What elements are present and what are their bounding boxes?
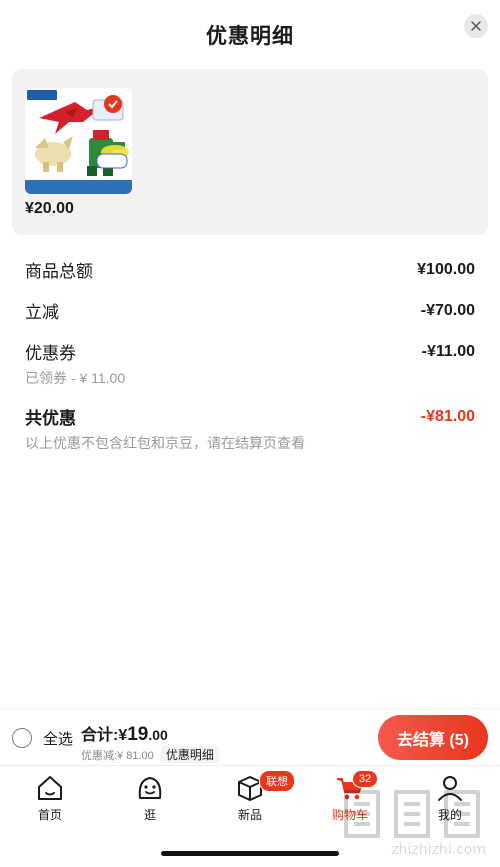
- tab-new-label: 新品: [237, 808, 262, 822]
- stroll-icon: [138, 777, 162, 799]
- close-icon: [471, 21, 481, 31]
- tab-home[interactable]: 首页: [10, 772, 90, 823]
- total-cents: .00: [148, 727, 168, 743]
- checkout-bar: 全选 合计:¥19.00 优惠减:¥ 81.00 优惠明细 去结算 (5): [0, 708, 500, 765]
- sheet-header: 优惠明细: [0, 0, 500, 66]
- discount-disclaimer: 以上优惠不包含红包和京豆，请在结算页查看: [25, 435, 305, 451]
- new-tab-badge: 联想: [259, 770, 295, 792]
- total-integer: 19: [127, 724, 149, 745]
- checkout-button[interactable]: 去结算 (5): [378, 715, 488, 760]
- row-instant-discount: 立减 -¥70.00: [25, 298, 475, 323]
- total-amount: 合计:¥19.00: [81, 721, 168, 746]
- discount-amount: 优惠减:¥ 81.00: [81, 750, 154, 762]
- discount-summary: 优惠减:¥ 81.00 优惠明细: [81, 746, 219, 763]
- tab-profile-label: 我的: [437, 808, 462, 822]
- sheet-title: 优惠明细: [206, 25, 294, 48]
- discount-detail-sheet: 优惠明细 ¥20.00 商品总额 ¥100.00 立减 -¥70.00 优惠券 …: [0, 0, 500, 867]
- discount-detail-toggle[interactable]: 优惠明细: [160, 746, 219, 763]
- toy-product-image: [25, 88, 132, 194]
- row-total-label: 商品总额: [25, 262, 93, 281]
- watermark-text: zhizhizhi.com: [391, 842, 486, 858]
- tab-cart[interactable]: 购物车: [310, 772, 390, 823]
- user-icon: [438, 776, 462, 801]
- select-all-label[interactable]: 全选: [43, 728, 73, 749]
- coupon-claimed-note: 已领券 - ¥ 11.00: [25, 370, 126, 386]
- row-coupon: 优惠券 -¥11.00: [25, 339, 475, 364]
- home-icon: [38, 776, 62, 800]
- row-total: 商品总额 ¥100.00: [25, 257, 475, 282]
- product-card: ¥20.00: [12, 69, 488, 235]
- close-button[interactable]: [464, 14, 488, 38]
- row-total-value: ¥100.00: [417, 260, 475, 278]
- total-prefix: 合计:¥: [81, 727, 128, 744]
- row-total-discount-label: 共优惠: [25, 409, 76, 428]
- tab-cart-label: 购物车: [331, 808, 368, 822]
- product-thumbnail[interactable]: [25, 88, 132, 194]
- tab-profile[interactable]: 我的: [410, 772, 490, 823]
- tab-stroll-label: 逛: [143, 808, 156, 822]
- home-indicator[interactable]: [161, 851, 339, 856]
- product-price: ¥20.00: [25, 200, 74, 217]
- cart-count-badge: 32: [352, 770, 379, 788]
- tab-stroll[interactable]: 逛: [110, 772, 190, 823]
- row-instant-value: -¥70.00: [420, 301, 475, 319]
- row-total-discount-value: -¥81.00: [420, 407, 475, 425]
- row-coupon-value: -¥11.00: [421, 342, 475, 360]
- row-instant-label: 立减: [25, 303, 59, 322]
- tab-home-label: 首页: [37, 808, 62, 822]
- row-coupon-label: 优惠券: [25, 344, 76, 363]
- row-total-discount: 共优惠 -¥81.00: [25, 404, 475, 429]
- select-all-radio[interactable]: [12, 728, 32, 748]
